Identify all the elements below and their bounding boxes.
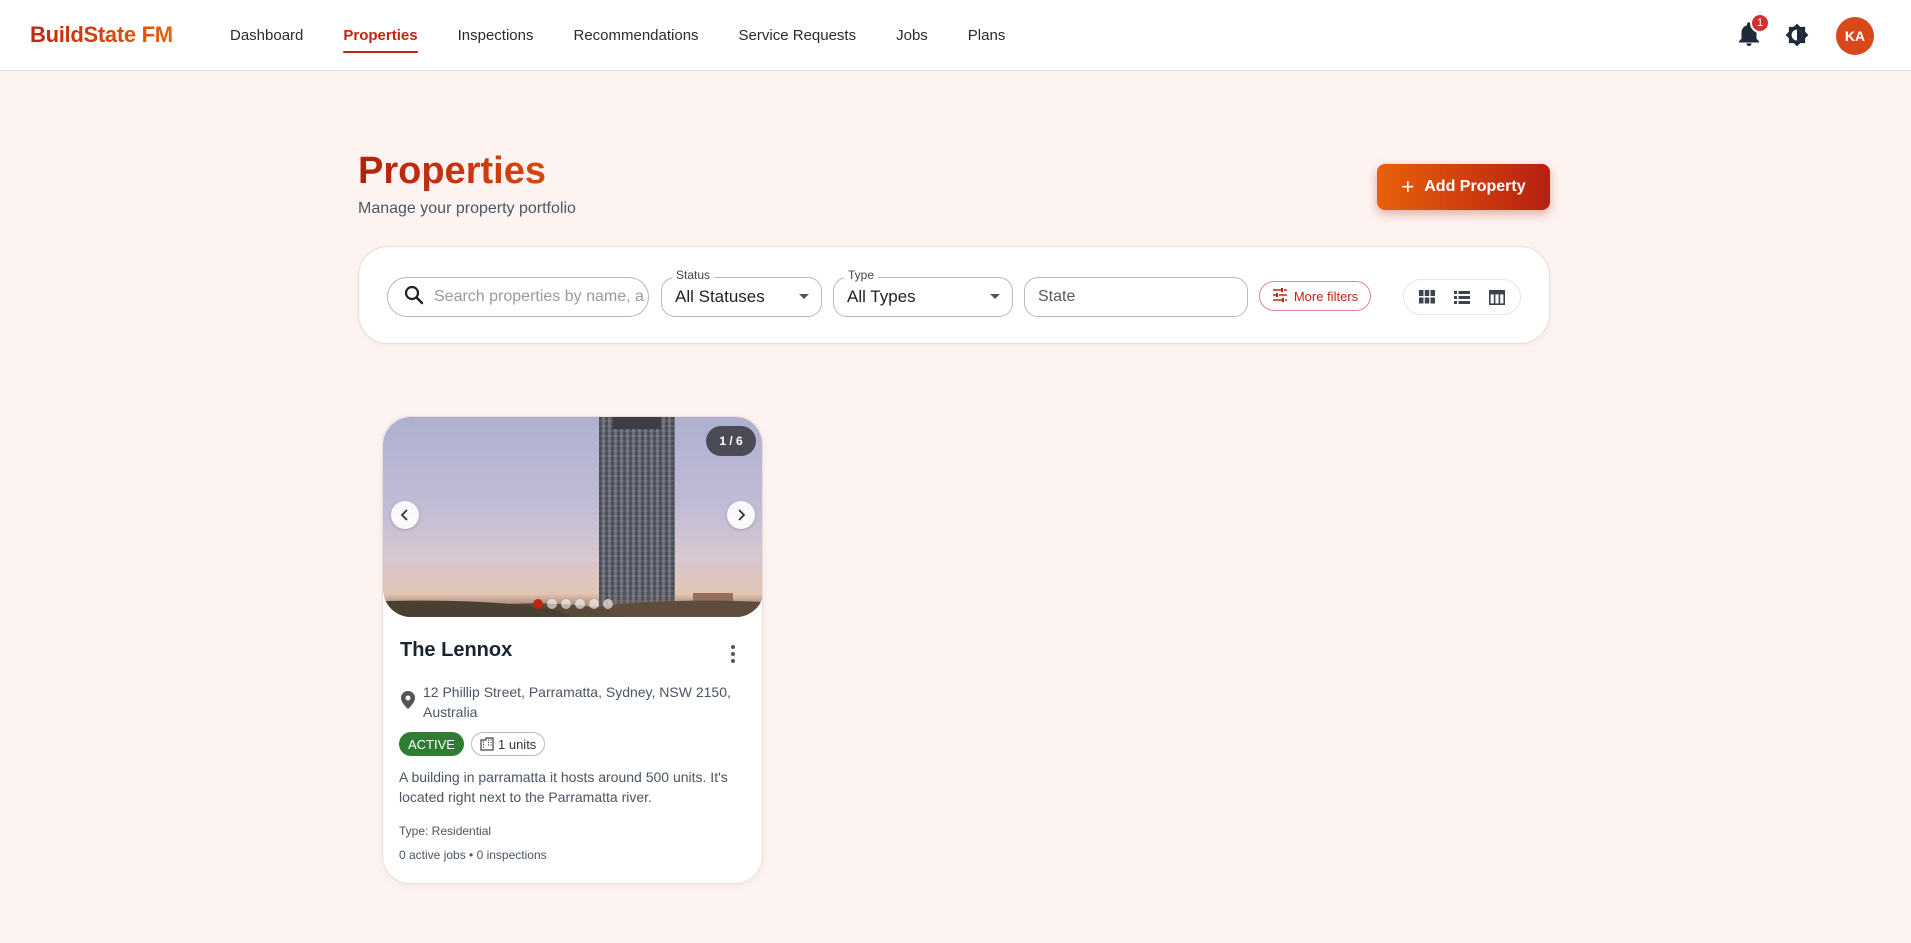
property-type: Type: Residential bbox=[399, 824, 492, 838]
carousel-prev-button[interactable] bbox=[391, 501, 419, 529]
nav-item-service-requests[interactable]: Service Requests bbox=[719, 0, 877, 71]
nav-item-inspections[interactable]: Inspections bbox=[438, 0, 554, 71]
carousel-dot[interactable] bbox=[561, 599, 571, 609]
nav-item-properties[interactable]: Properties bbox=[323, 0, 437, 71]
top-navbar: BuildState FM Dashboard Properties Inspe… bbox=[0, 0, 1911, 71]
chevron-left-icon bbox=[400, 509, 408, 521]
brand-logo[interactable]: BuildState FM bbox=[30, 22, 173, 48]
type-select[interactable]: Type All Types bbox=[833, 268, 1013, 317]
search-input[interactable] bbox=[434, 288, 644, 306]
add-property-label: Add Property bbox=[1424, 178, 1526, 195]
carousel-dots bbox=[533, 599, 613, 609]
nav-item-plans[interactable]: Plans bbox=[948, 0, 1026, 71]
property-name[interactable]: The Lennox bbox=[400, 639, 512, 662]
page-title: Properties bbox=[358, 150, 546, 192]
carousel-dot[interactable] bbox=[575, 599, 585, 609]
type-select-value: All Types bbox=[847, 287, 916, 306]
property-description: A building in parramatta it hosts around… bbox=[399, 769, 728, 805]
carousel-next-button[interactable] bbox=[727, 501, 755, 529]
search-icon bbox=[404, 285, 424, 310]
main-nav: Dashboard Properties Inspections Recomme… bbox=[210, 0, 1025, 71]
property-card[interactable]: 1 / 6 The Lennox 12 Phillip Street, Parr… bbox=[382, 416, 763, 884]
chevron-right-icon bbox=[738, 509, 746, 521]
page-subtitle: Manage your property portfolio bbox=[358, 200, 576, 217]
nav-item-dashboard[interactable]: Dashboard bbox=[210, 0, 323, 71]
more-filters-label: More filters bbox=[1293, 288, 1359, 304]
chevron-down-icon bbox=[990, 294, 1000, 299]
list-view-icon[interactable] bbox=[1447, 282, 1477, 312]
units-label: 1 units bbox=[498, 736, 537, 752]
carousel-dot[interactable] bbox=[547, 599, 557, 609]
theme-toggle-icon[interactable] bbox=[1784, 22, 1810, 48]
carousel-dot[interactable] bbox=[589, 599, 599, 609]
carousel-dot[interactable] bbox=[533, 599, 543, 609]
property-photo-carousel[interactable]: 1 / 6 bbox=[383, 417, 762, 617]
status-select[interactable]: Status All Statuses bbox=[661, 268, 822, 317]
status-badge: ACTIVE bbox=[399, 732, 464, 756]
table-view-icon[interactable] bbox=[1482, 282, 1512, 312]
search-field[interactable] bbox=[387, 277, 649, 317]
status-select-label: Status bbox=[672, 268, 715, 282]
nav-item-jobs[interactable]: Jobs bbox=[876, 0, 948, 71]
add-property-button[interactable]: + Add Property bbox=[1377, 164, 1550, 210]
carousel-dot[interactable] bbox=[603, 599, 613, 609]
photo-counter: 1 / 6 bbox=[706, 426, 756, 456]
plus-icon: + bbox=[1401, 174, 1415, 199]
grid-view-icon[interactable] bbox=[1412, 282, 1442, 312]
property-address: 12 Phillip Street, Parramatta, Sydney, N… bbox=[423, 684, 731, 720]
location-pin-icon bbox=[401, 691, 415, 714]
chevron-down-icon bbox=[799, 294, 809, 299]
state-field[interactable] bbox=[1024, 277, 1248, 317]
notification-badge: 1 bbox=[1750, 13, 1770, 33]
type-select-label: Type bbox=[844, 268, 879, 282]
more-filters-button[interactable]: More filters bbox=[1259, 281, 1371, 311]
status-select-value: All Statuses bbox=[675, 287, 765, 306]
building-icon bbox=[480, 737, 494, 751]
more-vert-icon[interactable] bbox=[723, 641, 743, 667]
property-activity-summary: 0 active jobs • 0 inspections bbox=[399, 848, 547, 862]
filter-bar: Status All Statuses Type All Types More … bbox=[358, 246, 1550, 344]
view-mode-toggle bbox=[1403, 279, 1521, 315]
nav-item-recommendations[interactable]: Recommendations bbox=[553, 0, 718, 71]
state-input[interactable] bbox=[1038, 288, 1228, 306]
units-chip: 1 units bbox=[471, 732, 546, 756]
tune-icon bbox=[1272, 287, 1288, 305]
avatar[interactable]: KA bbox=[1836, 17, 1874, 55]
